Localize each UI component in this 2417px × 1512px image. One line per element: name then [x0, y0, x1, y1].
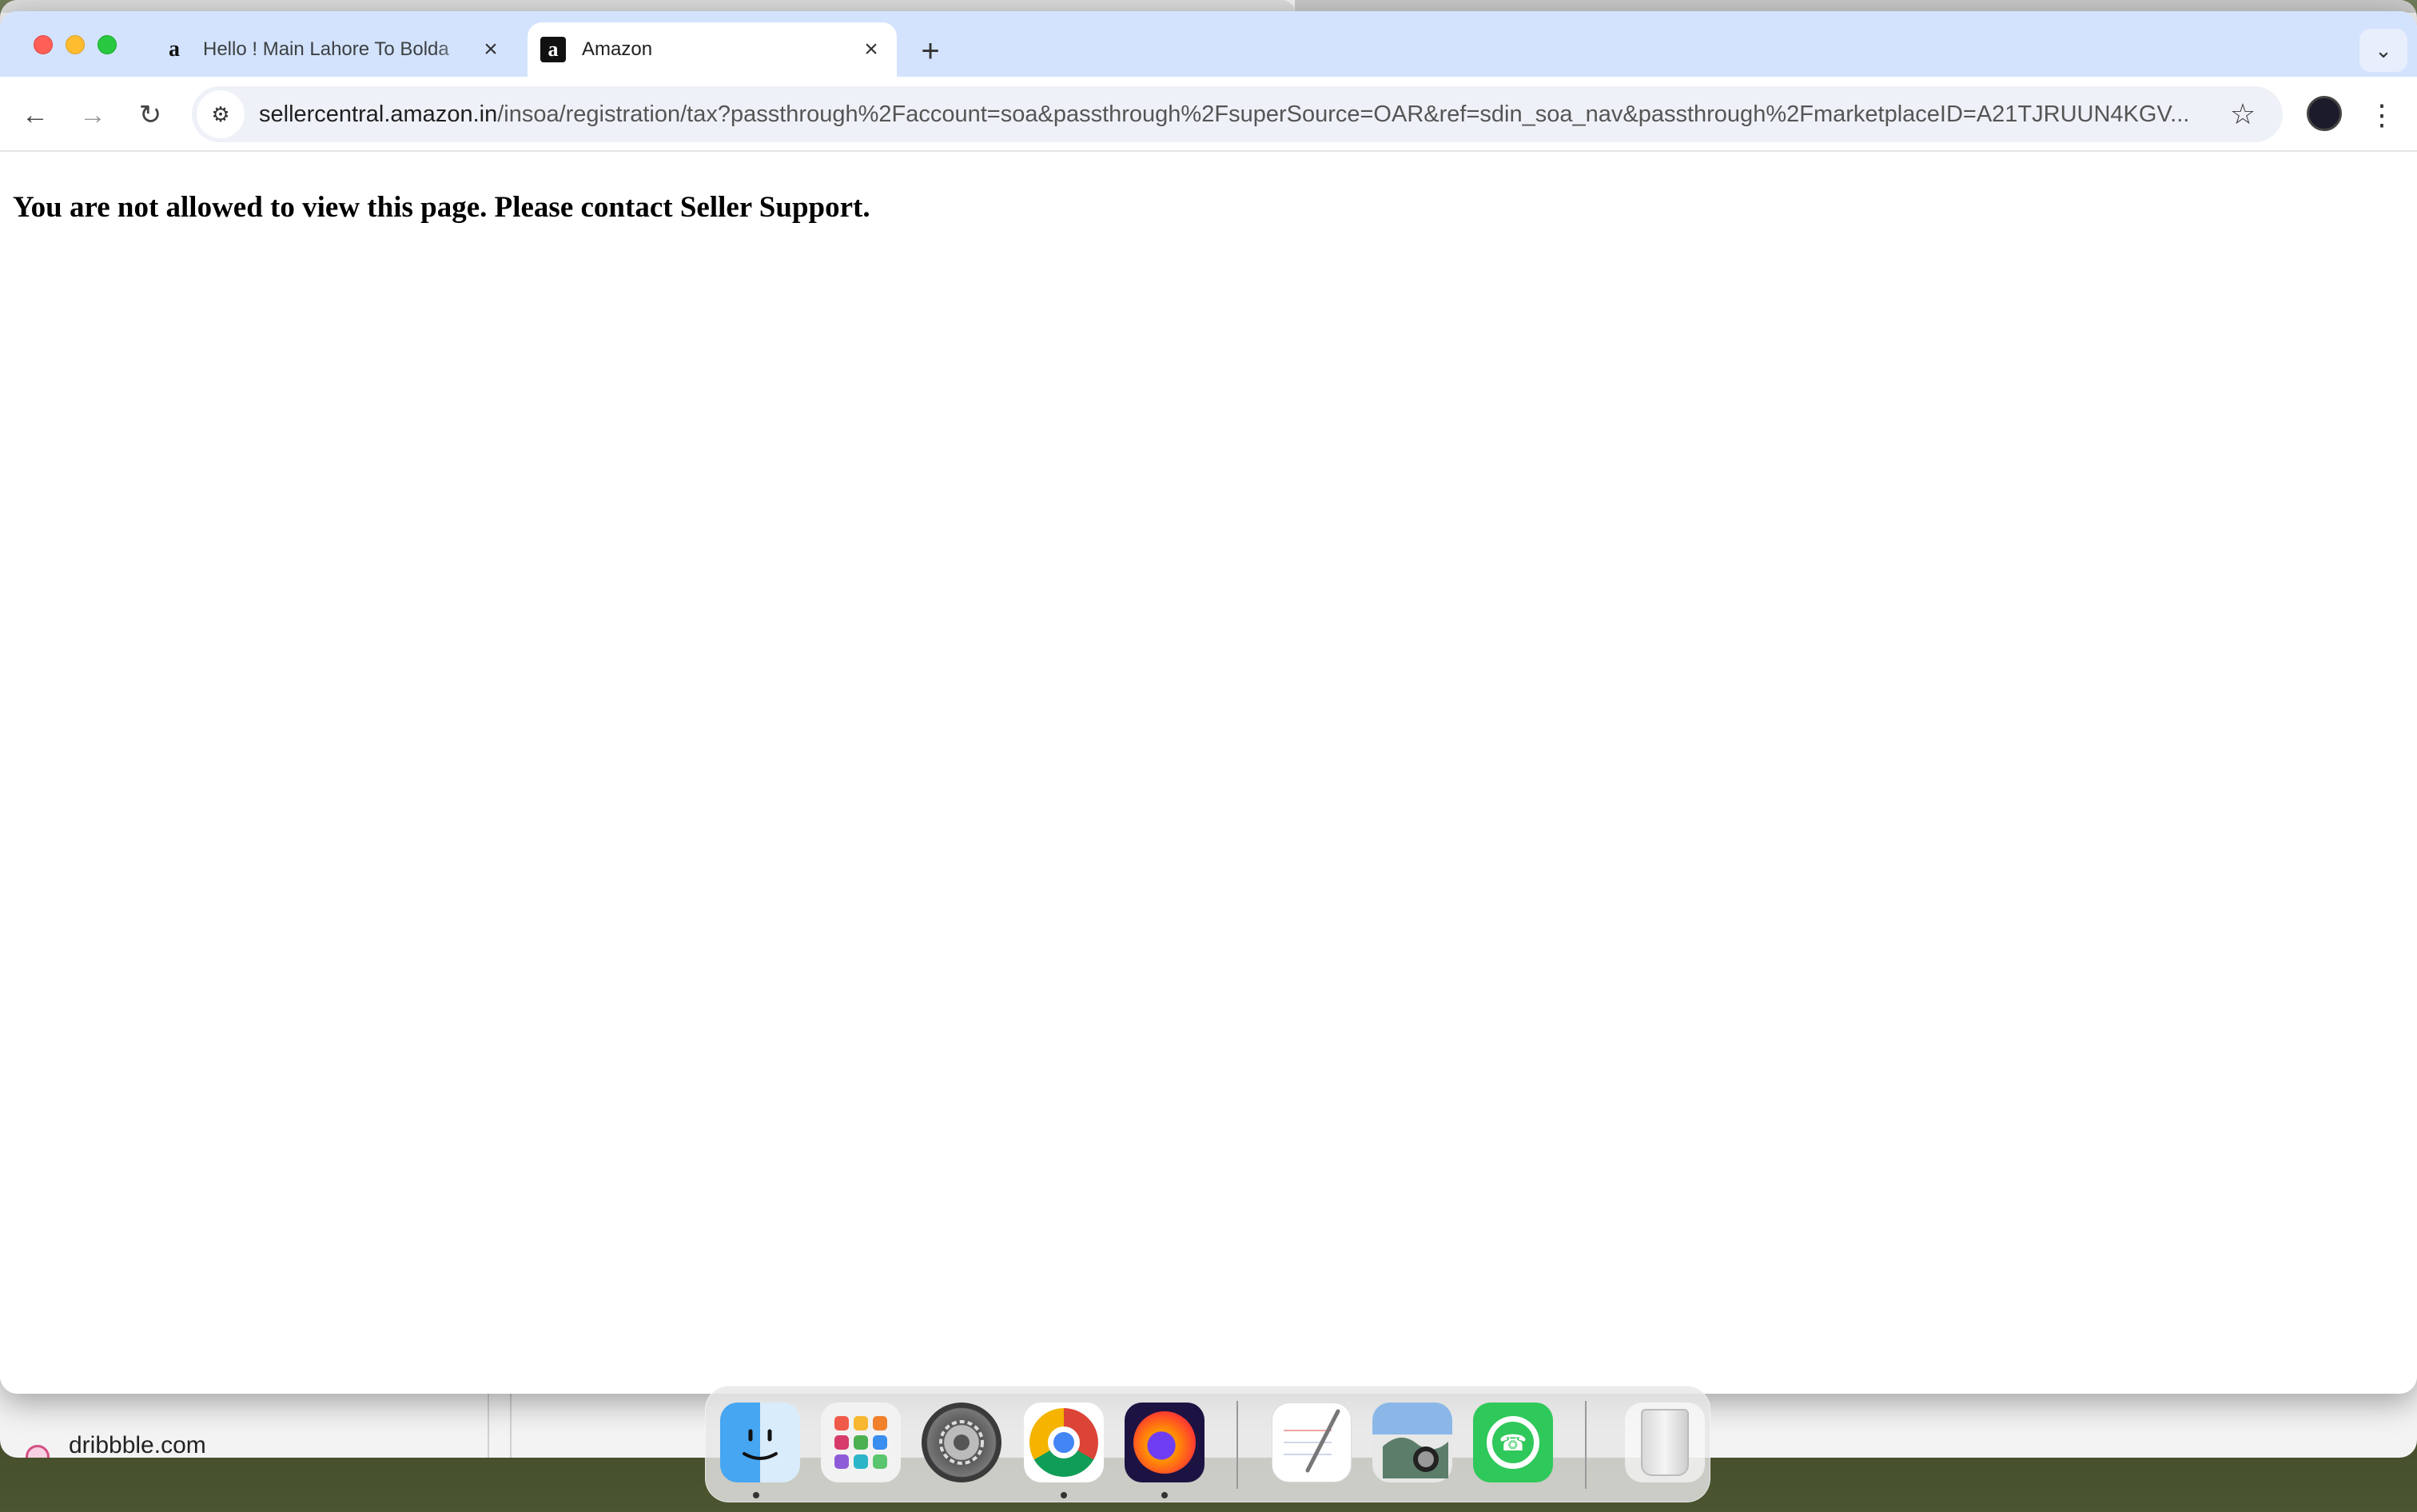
preview-icon[interactable]	[1372, 1403, 1452, 1482]
forward-button[interactable]: →	[74, 96, 112, 134]
tab-active[interactable]: a Amazon ×	[528, 22, 897, 77]
tab-search-button[interactable]: ⌄	[2359, 29, 2407, 72]
running-indicator	[1061, 1492, 1067, 1498]
running-indicator	[753, 1492, 759, 1498]
finder-face-icon	[743, 1429, 778, 1460]
background-divider	[488, 1391, 489, 1458]
window-maximize-button[interactable]	[98, 35, 117, 54]
system-settings-icon[interactable]	[922, 1403, 1001, 1482]
finder-icon[interactable]	[720, 1403, 800, 1482]
firefox-icon[interactable]	[1125, 1403, 1205, 1482]
amazon-favicon-icon: a	[169, 37, 180, 62]
window-close-button[interactable]	[34, 35, 53, 54]
browser-window: a Hello ! Main Lahore To Bolda × a Amazo…	[0, 11, 2417, 1394]
address-bar[interactable]: ⚙ sellercentral.amazon.in/insoa/registra…	[192, 86, 2283, 142]
tab-strip: a Hello ! Main Lahore To Bolda × a Amazo…	[0, 11, 2417, 77]
tab-title: Hello ! Main Lahore To Bolda	[203, 38, 449, 60]
dock-separator	[1236, 1401, 1238, 1489]
background-sidebar-label: dribbble.com	[69, 1432, 206, 1458]
firefox-logo-icon	[1133, 1411, 1196, 1474]
whatsapp-icon[interactable]: ☎	[1473, 1403, 1553, 1482]
amazon-favicon-icon: a	[540, 37, 566, 62]
url-host: sellercentral.amazon.in	[259, 101, 498, 127]
browser-menu-icon[interactable]: ⋮	[2366, 96, 2398, 134]
dribbble-icon	[26, 1445, 50, 1458]
textedit-icon[interactable]	[1272, 1403, 1352, 1482]
site-info-icon[interactable]: ⚙	[197, 90, 245, 138]
dock-separator	[1585, 1401, 1587, 1489]
launchpad-grid-icon	[834, 1416, 887, 1469]
profile-avatar[interactable]	[2307, 96, 2342, 131]
background-sidebar-item[interactable]: dribbble.com	[26, 1422, 206, 1458]
url-text[interactable]: sellercentral.amazon.in/insoa/registrati…	[259, 101, 2220, 128]
dock: ☎	[705, 1386, 1710, 1502]
browser-toolbar: ← → ↻ ⚙ sellercentral.amazon.in/insoa/re…	[0, 77, 2417, 152]
tab-title: Amazon	[582, 38, 653, 60]
bookmark-star-icon[interactable]: ☆	[2220, 92, 2265, 137]
running-indicator	[1161, 1492, 1168, 1498]
phone-bubble-icon: ☎	[1487, 1416, 1539, 1469]
trash-can-icon	[1641, 1409, 1689, 1476]
chrome-logo-icon	[1029, 1408, 1098, 1477]
chrome-icon[interactable]	[1024, 1403, 1104, 1482]
reload-button[interactable]: ↻	[131, 96, 169, 134]
window-minimize-button[interactable]	[66, 35, 85, 54]
error-message: You are not allowed to view this page. P…	[13, 191, 870, 224]
tab-inactive[interactable]: a Hello ! Main Lahore To Bolda ×	[149, 22, 516, 77]
tab-close-icon[interactable]: ×	[857, 35, 886, 64]
launchpad-icon[interactable]	[821, 1403, 901, 1482]
back-button[interactable]: ←	[16, 96, 54, 134]
pen-paper-icon	[1284, 1409, 1340, 1473]
new-tab-button[interactable]: +	[916, 34, 945, 69]
photo-loupe-icon	[1383, 1437, 1448, 1478]
gear-icon	[939, 1420, 984, 1465]
trash-icon[interactable]	[1625, 1403, 1705, 1482]
background-divider	[510, 1391, 512, 1458]
tab-close-icon[interactable]: ×	[476, 35, 505, 64]
page-content: You are not allowed to view this page. P…	[0, 153, 2417, 1394]
url-path: /insoa/registration/tax?passthrough%2Fac…	[497, 101, 2190, 127]
